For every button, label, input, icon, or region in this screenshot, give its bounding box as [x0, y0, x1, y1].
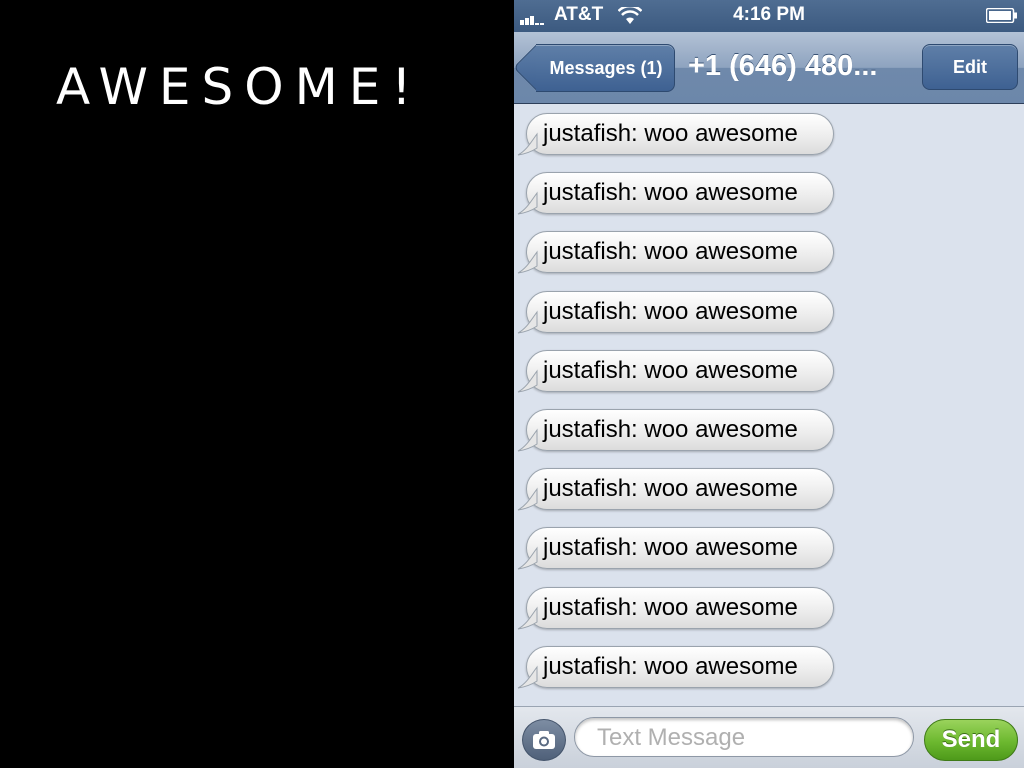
message-row: justafish: woo awesome [514, 468, 1024, 527]
bubble-tail [517, 191, 538, 215]
messages-back-button[interactable]: Messages (1) [536, 44, 675, 92]
message-row: justafish: woo awesome [514, 408, 1024, 468]
navigation-bar: Messages (1) +1 (646) 480... Edit [514, 32, 1024, 104]
message-row: justafish: woo awesome [514, 113, 1024, 172]
bubble-tail [517, 487, 538, 511]
camera-icon [533, 731, 555, 749]
message-text: justafish: woo awesome [543, 593, 798, 621]
message-row: justafish: woo awesome [514, 645, 1024, 705]
message-row: justafish: woo awesome [514, 586, 1024, 646]
battery-icon [986, 8, 1017, 23]
message-bubble[interactable]: justafish: woo awesome [517, 645, 834, 689]
edit-button-label: Edit [953, 56, 987, 77]
message-row: justafish: woo awesome [514, 527, 1024, 586]
message-row: justafish: woo awesome [514, 172, 1024, 231]
back-button-label: Messages (1) [549, 57, 663, 78]
message-list: justafish: woo awesome justafish: woo aw… [514, 113, 1024, 705]
message-text: justafish: woo awesome [543, 179, 798, 207]
message-input-bar: Text Message Send [514, 706, 1024, 768]
bubble-tail [517, 310, 538, 334]
send-button-label: Send [941, 726, 1001, 753]
message-bubble[interactable]: justafish: woo awesome [517, 586, 834, 629]
bubble-tail [517, 250, 538, 274]
send-button[interactable]: Send [924, 719, 1018, 761]
back-button-container: Messages (1) [514, 32, 684, 103]
message-bubble[interactable]: justafish: woo awesome [517, 408, 834, 452]
bubble-tail [517, 665, 538, 689]
slide-title: AWESOME! [56, 58, 423, 116]
bubble-tail [517, 428, 538, 452]
message-text: justafish: woo awesome [543, 120, 798, 147]
bubble-tail [517, 605, 538, 629]
message-row: justafish: woo awesome [514, 290, 1024, 350]
status-bar: AT&T 4:16 PM [514, 0, 1024, 32]
status-time: 4:16 PM [733, 4, 805, 25]
message-bubble[interactable]: justafish: woo awesome [517, 172, 834, 215]
bubble-tail [517, 546, 538, 570]
message-text: justafish: woo awesome [543, 652, 798, 680]
conversation-title: +1 (646) 480... [688, 50, 878, 82]
message-text: justafish: woo awesome [543, 297, 798, 325]
message-text: justafish: woo awesome [543, 534, 798, 562]
bubble-tail [517, 369, 538, 393]
message-text: justafish: woo awesome [543, 415, 798, 443]
camera-button[interactable] [522, 719, 566, 761]
message-row: justafish: woo awesome [514, 349, 1024, 409]
message-bubble[interactable]: justafish: woo awesome [517, 113, 834, 156]
message-bubble[interactable]: justafish: woo awesome [517, 231, 834, 274]
message-row: justafish: woo awesome [514, 231, 1024, 290]
message-bubble[interactable]: justafish: woo awesome [517, 349, 834, 393]
bubble-tail [517, 132, 538, 156]
edit-button[interactable]: Edit [922, 44, 1018, 90]
message-text: justafish: woo awesome [543, 356, 798, 384]
message-text: justafish: woo awesome [543, 475, 798, 503]
message-text: justafish: woo awesome [543, 238, 798, 266]
text-message-input[interactable]: Text Message [574, 717, 914, 757]
message-bubble[interactable]: justafish: woo awesome [517, 527, 834, 570]
message-bubble[interactable]: justafish: woo awesome [517, 468, 834, 511]
phone-screen: AT&T 4:16 PM Messages (1) +1 (646) 480..… [514, 0, 1024, 768]
message-bubble[interactable]: justafish: woo awesome [517, 290, 834, 334]
